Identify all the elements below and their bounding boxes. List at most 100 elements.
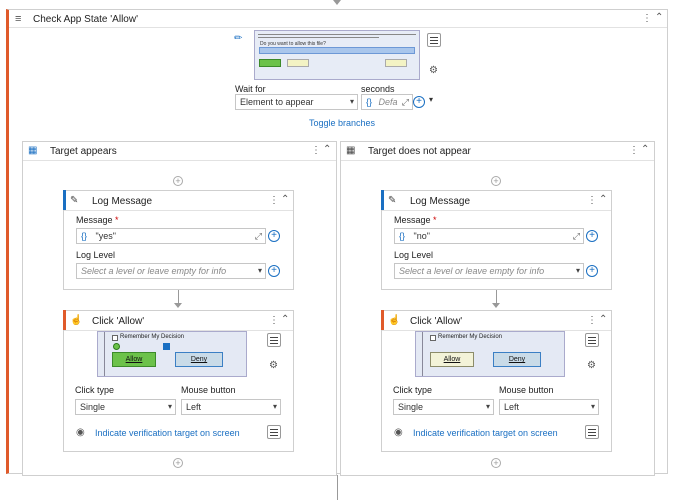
log-level-add-button[interactable]: + [586,265,598,277]
collapse-icon[interactable]: ⌃ [281,194,289,205]
edit-target-icon[interactable]: ✏ [234,33,248,44]
mouse-button-select[interactable]: Left ▾ [181,399,281,415]
target-menu-button[interactable] [585,333,599,347]
log-level-select[interactable]: Select a level or leave empty for info ▾ [394,263,584,279]
message-value: "no" [413,231,430,241]
more-options-icon[interactable]: ⋮ [311,145,321,156]
collapse-icon[interactable]: ⌃ [655,12,663,23]
seconds-input[interactable]: {} Defa ⤢ [361,94,413,110]
expand-icon[interactable]: ⤢ [573,229,580,243]
seconds-placeholder: Defa [378,97,398,107]
more-options-icon[interactable]: ⋮ [587,315,597,326]
log-message-activity[interactable]: ✎ Log Message ⋮ ⌃ Message * {} "no" ⤢ + … [381,190,612,290]
log-title: Log Message [410,196,471,207]
branch-title: Target does not appear [368,146,471,157]
add-activity-button[interactable]: + [173,176,183,186]
allow-button-image: Allow [430,352,474,367]
target-menu-button[interactable] [267,333,281,347]
expression-icon: {} [366,97,373,107]
collapse-icon[interactable]: ⌃ [599,314,607,325]
panel-title: Check App State 'Allow' [33,14,138,25]
log-level-placeholder: Select a level or leave empty for info [81,266,227,276]
click-title: Click 'Allow' [410,316,463,327]
add-activity-button[interactable]: + [491,176,501,186]
deny-button-image: Deny [493,352,541,367]
click-allow-activity[interactable]: ☝ Click 'Allow' ⋮ ⌃ Remember My Decision… [381,310,612,452]
message-input[interactable]: {} "no" ⤢ [394,228,584,244]
click-type-select[interactable]: Single ▾ [393,399,494,415]
target-settings-icon[interactable]: ⚙ [587,360,596,371]
seconds-add-button[interactable]: + [413,96,425,108]
collapse-icon[interactable]: ⌃ [641,144,649,155]
chevron-down-icon: ▾ [349,97,354,106]
expand-icon[interactable]: ⤢ [402,95,409,109]
add-activity-button[interactable]: + [173,458,183,468]
remember-decision-checkbox [112,335,118,341]
click-title: Click 'Allow' [92,316,145,327]
more-options-icon[interactable]: ⋮ [269,315,279,326]
collapse-icon[interactable]: ⌃ [323,144,331,155]
indicate-verification-link[interactable]: Indicate verification target on screen [95,428,240,438]
add-activity-button[interactable]: + [491,458,501,468]
more-options-icon[interactable]: ⋮ [629,145,639,156]
chevron-down-icon: ▾ [485,402,490,411]
click-type-value: Single [80,402,106,412]
expand-icon[interactable]: ⤢ [255,229,262,243]
message-add-button[interactable]: + [586,230,598,242]
log-level-add-button[interactable]: + [268,265,280,277]
log-level-select[interactable]: Select a level or leave empty for info ▾ [76,263,266,279]
message-input[interactable]: {} "yes" ⤢ [76,228,266,244]
indicate-verification-link[interactable]: Indicate verification target on screen [413,428,558,438]
log-level-label: Log Level [394,250,434,260]
click-icon: ☝ [70,315,83,326]
click-target-screenshot: Remember My Decision Allow Deny [97,331,247,377]
target-settings-icon[interactable]: ⚙ [269,360,278,371]
verification-menu-button[interactable] [585,425,599,439]
click-type-select[interactable]: Single ▾ [75,399,176,415]
wait-for-select[interactable]: Element to appear ▾ [235,94,358,110]
anchor-marker [113,343,120,350]
wait-for-value: Element to appear [240,97,314,107]
chevron-down-icon: ▾ [167,402,172,411]
message-add-button[interactable]: + [268,230,280,242]
mouse-button-select[interactable]: Left ▾ [499,399,599,415]
click-allow-activity[interactable]: ☝ Click 'Allow' ⋮ ⌃ Remember My Decision… [63,310,294,452]
click-target-screenshot: Remember My Decision Allow Deny [415,331,565,377]
seconds-label: seconds [361,84,395,94]
remember-decision-text: Remember My Decision [438,334,503,340]
collapse-icon[interactable]: ⌃ [599,194,607,205]
chevron-down-icon: ▾ [272,402,277,411]
check-app-state-panel[interactable]: ≡ Check App State 'Allow' ⋮ ⌃ ✏ Do you w… [6,9,668,476]
click-type-label: Click type [393,385,433,395]
verification-icon: ◉ [76,427,85,438]
message-label: Message * [76,215,119,225]
log-message-activity[interactable]: ✎ Log Message ⋮ ⌃ Message * {} "yes" ⤢ +… [63,190,294,290]
more-options-icon[interactable]: ⋮ [642,13,652,24]
collapse-icon[interactable]: ⌃ [281,314,289,325]
click-icon: ☝ [388,315,401,326]
target-settings-icon[interactable]: ⚙ [429,65,438,76]
more-options-icon[interactable]: ⋮ [587,195,597,206]
flow-connector [178,290,179,304]
verification-menu-button[interactable] [267,425,281,439]
allow-button-image: Allow [112,352,156,367]
remember-decision-checkbox [430,335,436,341]
target-menu-button[interactable] [427,33,441,47]
mouse-button-label: Mouse button [499,385,554,395]
flow-arrow-top [333,0,341,5]
mouse-button-value: Left [186,402,202,412]
flow-connector [496,290,497,304]
expression-icon: {} [81,231,88,241]
click-stripe [63,310,66,330]
header-divider [9,27,667,28]
flow-arrow [174,303,182,308]
log-stripe [381,190,384,210]
expression-icon: {} [399,231,406,241]
more-options-icon[interactable]: ⋮ [269,195,279,206]
flow-connector-bottom [337,475,338,500]
seconds-dropdown-icon[interactable]: ▾ [429,95,433,104]
target-marker [163,343,170,350]
toggle-branches-link[interactable]: Toggle branches [309,118,375,128]
log-level-placeholder: Select a level or leave empty for info [399,266,545,276]
chevron-down-icon: ▾ [590,402,595,411]
